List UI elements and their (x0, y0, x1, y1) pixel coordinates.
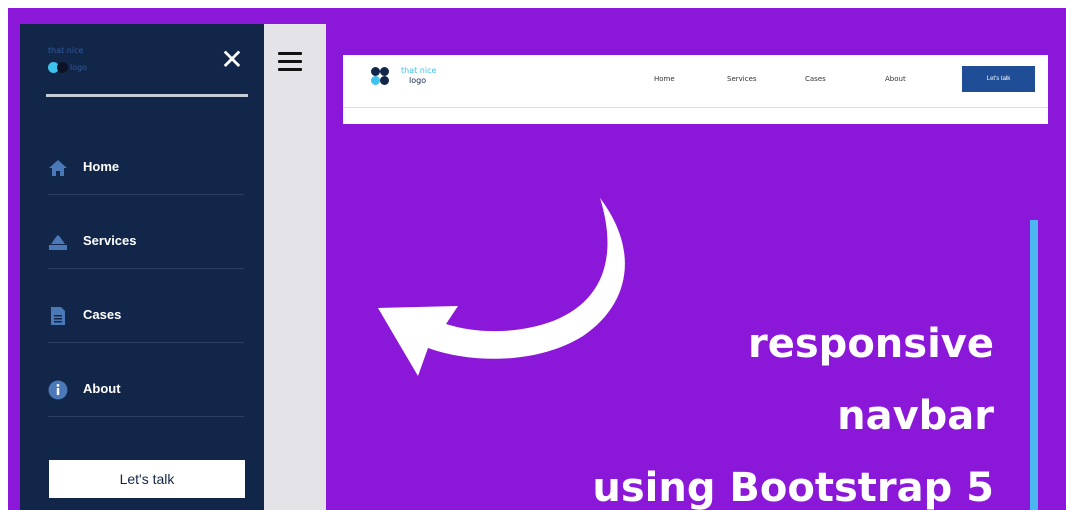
home-icon (49, 160, 67, 176)
sidebar-item-home[interactable]: Home (48, 148, 244, 198)
navbar-logo-text-bottom: logo (409, 76, 427, 85)
logo-dot-icon (380, 67, 389, 76)
lets-talk-button[interactable]: Let's talk (49, 460, 245, 498)
info-icon (48, 380, 68, 400)
navbar-divider (343, 107, 1048, 108)
logo-dot-icon (380, 76, 389, 85)
sidebar-divider (46, 94, 248, 97)
hero-line: responsive (748, 321, 994, 367)
close-icon[interactable]: ✕ (218, 46, 246, 74)
sidebar-item-services[interactable]: Services (48, 222, 244, 272)
navbar-logo-text-top: that nice (401, 66, 437, 75)
services-icon (49, 235, 67, 250)
sidebar-item-divider (48, 342, 244, 343)
sidebar-item-cases[interactable]: Cases (48, 296, 244, 346)
logo-dot-icon (57, 62, 68, 73)
sidebar-logo-text-bottom: logo (70, 63, 88, 72)
sidebar-item-divider (48, 268, 244, 269)
hero-line: using Bootstrap 5 (592, 465, 994, 510)
sidebar-item-divider (48, 194, 244, 195)
sidebar-item-label: Services (83, 233, 137, 248)
logo-dot-icon (371, 67, 380, 76)
navbar-preview: that nice logo Home Services Cases About… (343, 55, 1048, 124)
nav-link-services[interactable]: Services (727, 75, 757, 83)
hero-line: navbar (837, 393, 994, 439)
sidebar-item-label: Home (83, 159, 120, 174)
sidebar-item-label: Cases (83, 307, 122, 322)
sidebar-logo-text-top: that nice (48, 46, 84, 55)
logo-dot-icon (371, 76, 380, 85)
sidebar-item-divider (48, 416, 244, 417)
offcanvas-sidebar: that nice logo ✕ Home Services Cases Abo… (20, 24, 264, 510)
sidebar-item-label: About (83, 381, 121, 396)
banner-canvas: that nice logo ✕ Home Services Cases Abo… (8, 8, 1066, 510)
hamburger-menu-icon[interactable] (278, 52, 302, 72)
navbar-lets-talk-button[interactable]: Let's talk (962, 66, 1035, 92)
hero-heading: responsive navbar using Bootstrap 5 (474, 308, 994, 510)
accent-bar (1030, 220, 1038, 510)
nav-link-cases[interactable]: Cases (805, 75, 826, 83)
page-strip (264, 24, 326, 510)
sidebar-item-about[interactable]: About (48, 370, 244, 420)
document-icon (51, 307, 65, 325)
nav-link-home[interactable]: Home (654, 75, 675, 83)
nav-link-about[interactable]: About (885, 75, 906, 83)
